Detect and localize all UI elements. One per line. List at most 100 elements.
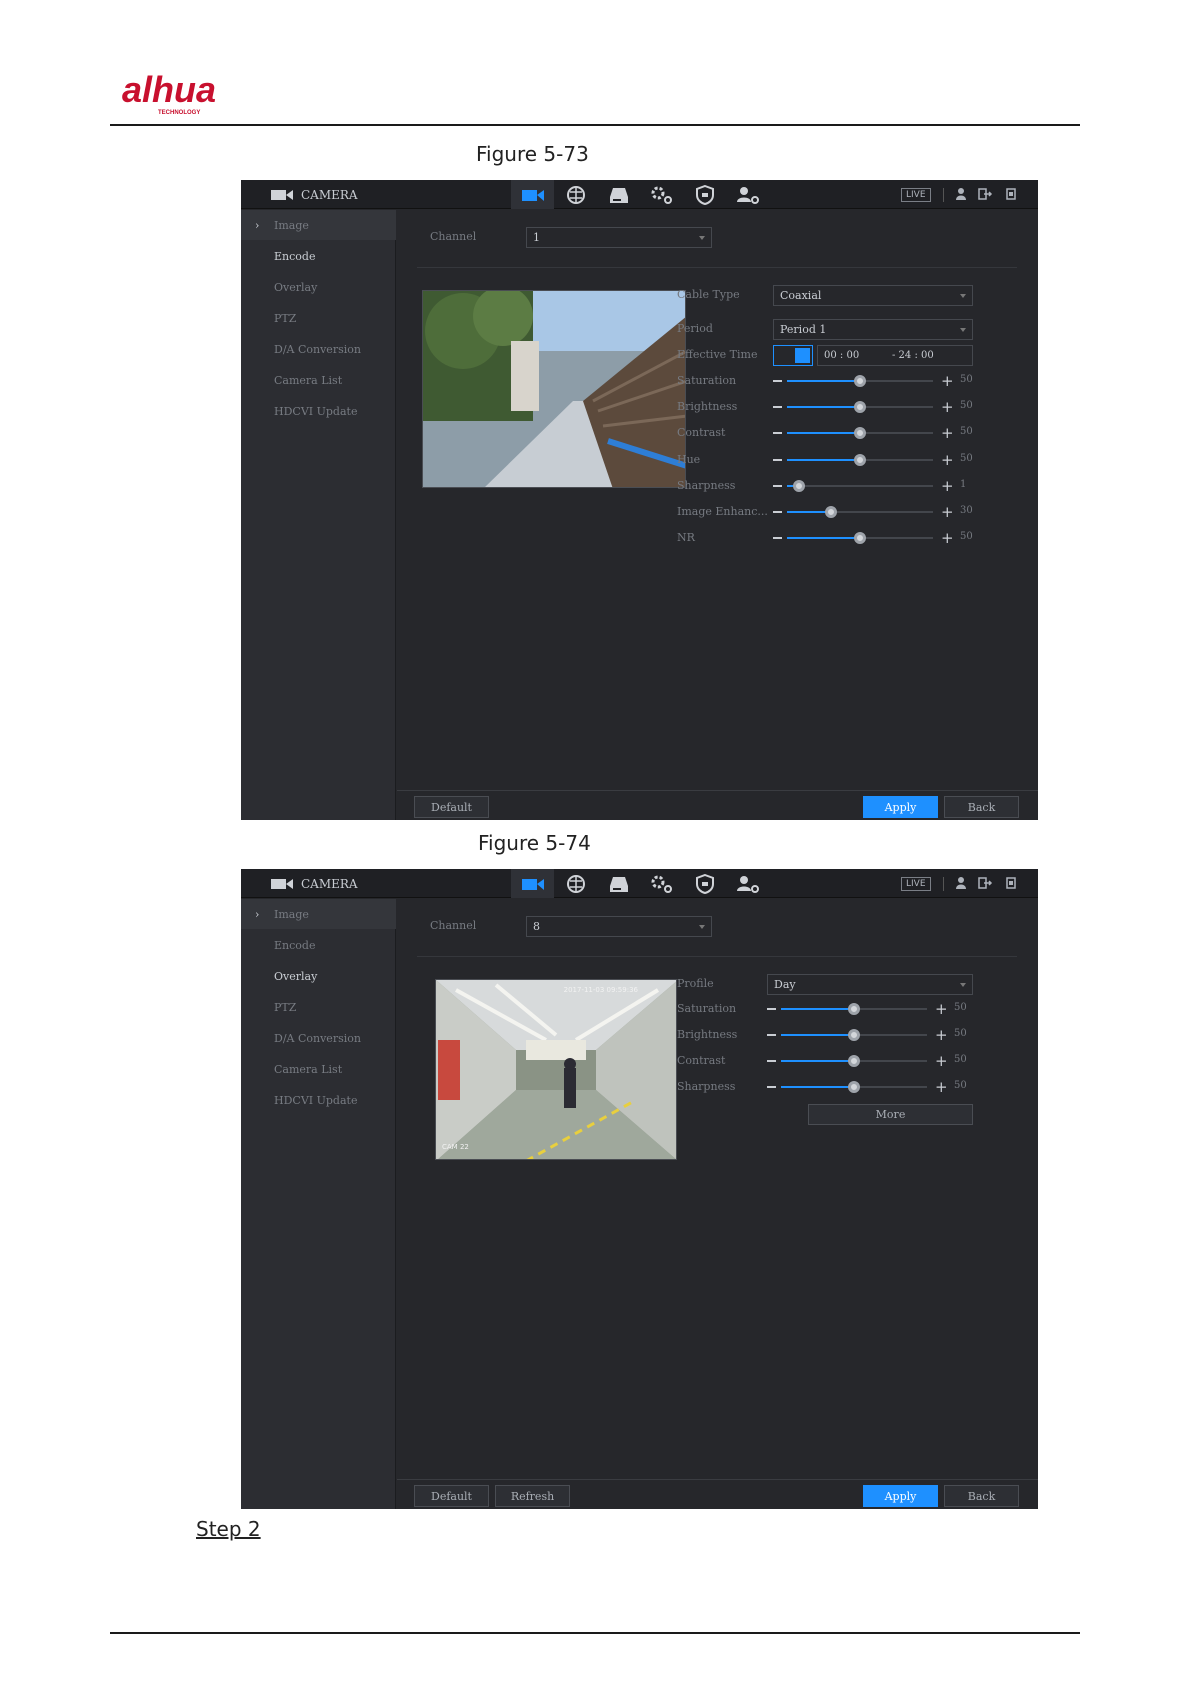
plus-icon[interactable]: + <box>941 399 954 415</box>
sidebar-item-overlay[interactable]: Overlay <box>241 272 396 302</box>
account-settings-icon[interactable] <box>726 180 769 209</box>
slider-nr[interactable]: +50 <box>773 530 973 546</box>
minus-icon[interactable] <box>767 1034 776 1036</box>
sidebar-item-ptz[interactable]: PTZ <box>241 992 396 1022</box>
profile-select[interactable]: Day <box>767 974 973 995</box>
minus-icon[interactable] <box>773 380 782 382</box>
plus-icon[interactable]: + <box>941 452 954 468</box>
sidebar-item-camera-list[interactable]: Camera List <box>241 365 396 395</box>
default-button[interactable]: Default <box>414 1485 489 1507</box>
channel-select[interactable]: 8 <box>526 916 712 937</box>
camera-icon[interactable] <box>511 869 554 898</box>
system-settings-icon[interactable] <box>640 869 683 898</box>
sidebar-item-image[interactable]: › Image <box>241 899 396 929</box>
minus-icon[interactable] <box>773 432 782 435</box>
sidebar-item-hdcvi-update[interactable]: HDCVI Update <box>241 396 396 426</box>
slider-track[interactable] <box>781 1003 927 1015</box>
slider-knob[interactable] <box>848 1055 860 1067</box>
refresh-button[interactable]: Refresh <box>495 1485 570 1507</box>
slider-track[interactable] <box>787 375 933 387</box>
plus-icon[interactable]: + <box>935 1027 948 1043</box>
account-settings-icon[interactable] <box>726 869 769 898</box>
slider-knob[interactable] <box>824 506 837 518</box>
user-icon[interactable] <box>955 185 966 204</box>
slider-track[interactable] <box>787 506 933 518</box>
storage-icon[interactable] <box>597 180 640 209</box>
slider-track[interactable] <box>787 532 933 545</box>
sidebar-item-image[interactable]: › Image <box>241 210 396 240</box>
storage-icon[interactable] <box>597 869 640 898</box>
effective-time-toggle[interactable] <box>773 345 813 366</box>
plus-icon[interactable]: + <box>935 1001 948 1017</box>
slider-sharpness[interactable]: +1 <box>773 478 973 494</box>
minus-icon[interactable] <box>773 458 782 461</box>
minus-icon[interactable] <box>773 511 782 513</box>
live-button[interactable]: LIVE <box>901 187 931 202</box>
effective-time-range[interactable]: 00 : 00 - 24 : 00 <box>817 345 973 366</box>
plus-icon[interactable]: + <box>941 478 954 494</box>
slider-knob[interactable] <box>792 479 805 492</box>
slider-hue[interactable]: +50 <box>773 452 973 468</box>
security-shield-icon[interactable] <box>683 180 726 209</box>
sidebar-item-da-conversion[interactable]: D/A Conversion <box>241 1023 396 1053</box>
network-icon[interactable] <box>554 869 597 898</box>
camera-icon[interactable] <box>511 180 554 209</box>
sidebar-item-encode[interactable]: Encode <box>241 930 396 960</box>
network-icon[interactable] <box>554 180 597 209</box>
slider-track[interactable] <box>787 453 933 466</box>
plus-icon[interactable]: + <box>941 425 954 441</box>
minus-icon[interactable] <box>773 537 782 540</box>
apply-button[interactable]: Apply <box>863 796 938 818</box>
sidebar-item-hdcvi-update[interactable]: HDCVI Update <box>241 1085 396 1115</box>
slider-knob[interactable] <box>854 375 866 387</box>
slider-contrast[interactable]: +50 <box>773 425 973 441</box>
minus-icon[interactable] <box>773 484 782 487</box>
slider-sharpness[interactable]: +50 <box>767 1079 967 1095</box>
fullscreen-icon[interactable] <box>1005 185 1016 204</box>
logout-icon[interactable] <box>977 185 994 204</box>
sidebar-item-ptz[interactable]: PTZ <box>241 303 396 333</box>
back-button[interactable]: Back <box>944 1485 1019 1507</box>
sidebar-item-camera-list[interactable]: Camera List <box>241 1054 396 1084</box>
minus-icon[interactable] <box>767 1060 776 1062</box>
apply-button[interactable]: Apply <box>863 1485 938 1507</box>
slider-contrast[interactable]: +50 <box>767 1053 967 1069</box>
slider-track[interactable] <box>781 1081 927 1093</box>
slider-saturation[interactable]: +50 <box>773 373 973 389</box>
sidebar-item-da-conversion[interactable]: D/A Conversion <box>241 334 396 364</box>
slider-knob[interactable] <box>854 427 866 440</box>
slider-brightness[interactable]: +50 <box>767 1027 967 1043</box>
minus-icon[interactable] <box>767 1086 776 1088</box>
slider-knob[interactable] <box>854 532 866 545</box>
slider-knob[interactable] <box>848 1003 860 1015</box>
plus-icon[interactable]: + <box>941 530 954 546</box>
slider-knob[interactable] <box>854 453 866 466</box>
logout-icon[interactable] <box>977 874 994 893</box>
slider-saturation[interactable]: +50 <box>767 1001 967 1017</box>
back-button[interactable]: Back <box>944 796 1019 818</box>
slider-image-enhanc[interactable]: +30 <box>773 504 973 520</box>
user-icon[interactable] <box>955 874 966 893</box>
plus-icon[interactable]: + <box>935 1079 948 1095</box>
sidebar-item-overlay[interactable]: Overlay <box>241 961 396 991</box>
plus-icon[interactable]: + <box>935 1053 948 1069</box>
slider-track[interactable] <box>787 479 933 492</box>
slider-track[interactable] <box>787 427 933 440</box>
slider-knob[interactable] <box>848 1029 860 1041</box>
slider-brightness[interactable]: +50 <box>773 399 973 415</box>
slider-track[interactable] <box>781 1029 927 1041</box>
cable-type-select[interactable]: Coaxial <box>773 285 973 306</box>
slider-track[interactable] <box>787 401 933 414</box>
default-button[interactable]: Default <box>414 796 489 818</box>
slider-knob[interactable] <box>848 1081 860 1093</box>
channel-select[interactable]: 1 <box>526 227 712 248</box>
minus-icon[interactable] <box>767 1008 776 1010</box>
system-settings-icon[interactable] <box>640 180 683 209</box>
fullscreen-icon[interactable] <box>1005 874 1016 893</box>
live-button[interactable]: LIVE <box>901 876 931 891</box>
plus-icon[interactable]: + <box>941 504 954 520</box>
security-shield-icon[interactable] <box>683 869 726 898</box>
slider-knob[interactable] <box>854 401 866 414</box>
sidebar-item-encode[interactable]: Encode <box>241 241 396 271</box>
plus-icon[interactable]: + <box>941 373 954 389</box>
